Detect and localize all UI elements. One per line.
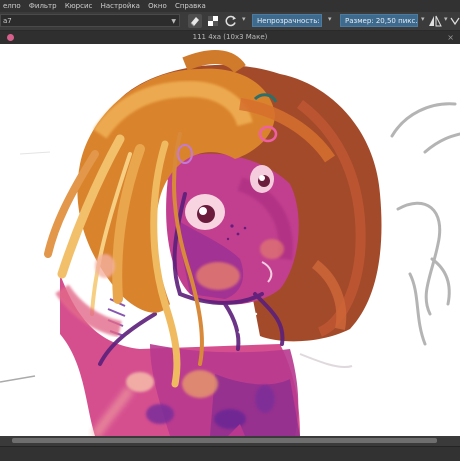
chevron-down-icon[interactable]: ▾ <box>328 15 332 23</box>
status-bar <box>0 446 460 461</box>
menu-item-edit[interactable]: елпо <box>0 0 24 12</box>
opacity-label: Непрозрачность: 100% <box>257 17 321 25</box>
size-label: Размер: 20,50 пикс. <box>345 17 418 25</box>
chevron-down-icon[interactable]: ▾ <box>242 15 246 23</box>
close-icon[interactable]: × <box>447 31 454 44</box>
menu-item-tools[interactable]: Кюрсис <box>62 0 96 12</box>
blending-mode-select[interactable]: а7 ▼ <box>0 14 180 27</box>
menu-bar: елпо Фильтр Кюрсис Настройка Окно Справк… <box>0 0 460 12</box>
chevron-down-icon: ▼ <box>171 18 176 25</box>
menu-item-filter[interactable]: Фильтр <box>26 0 60 12</box>
chevron-down-icon[interactable]: ▾ <box>444 15 448 23</box>
opacity-slider[interactable]: Непрозрачность: 100% <box>252 14 322 27</box>
document-tab-title[interactable]: 111 4ха (10х3 Маке) <box>0 31 460 44</box>
alpha-lock-icon[interactable] <box>206 14 220 28</box>
document-tab-bar: 111 4ха (10х3 Маке) × <box>0 31 460 45</box>
menu-item-help[interactable]: Справка <box>172 0 209 12</box>
scrollbar-thumb[interactable] <box>12 438 437 443</box>
horizontal-scrollbar[interactable] <box>0 436 460 446</box>
menu-item-settings[interactable]: Настройка <box>98 0 143 12</box>
blending-mode-value: а7 <box>3 17 12 25</box>
eraser-icon[interactable] <box>188 14 202 28</box>
menu-item-window[interactable]: Окно <box>145 0 170 12</box>
wrap-icon[interactable] <box>450 14 460 28</box>
mirror-icon[interactable] <box>428 14 442 28</box>
canvas[interactable] <box>0 44 460 436</box>
size-slider[interactable]: Размер: 20,50 пикс. <box>340 14 418 27</box>
chevron-down-icon[interactable]: ▾ <box>421 15 425 23</box>
painting <box>0 50 460 436</box>
tool-options-bar: а7 ▼ ▾ Непрозрачность: 100% ▾ Размер: 20… <box>0 12 460 31</box>
reload-preset-icon[interactable] <box>224 14 238 28</box>
